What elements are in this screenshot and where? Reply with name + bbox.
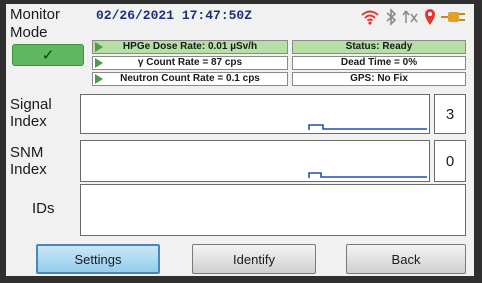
dead-time-field: Dead Time = 0% (292, 56, 466, 70)
status-text: Status: Ready (345, 41, 413, 52)
signal-index-value: 3 (434, 94, 466, 134)
signal-index-plot (80, 94, 430, 134)
back-button[interactable]: Back (346, 244, 466, 274)
triangle-marker-icon (95, 42, 103, 52)
mode-title: Monitor Mode (10, 6, 61, 41)
power-plug-icon (441, 12, 465, 22)
status-field: Status: Ready (292, 40, 466, 54)
neutron-rate-field: Neutron Count Rate = 0.1 cps (92, 72, 288, 86)
snm-index-label: SNM Index (10, 144, 47, 178)
settings-button[interactable]: Settings (36, 244, 160, 274)
snm-index-plot (80, 140, 430, 182)
snm-trace (308, 172, 427, 178)
dead-time-text: Dead Time = 0% (340, 57, 418, 68)
check-icon: ✓ (41, 46, 55, 64)
signal-trace (308, 124, 427, 130)
dose-rate-text: HPGe Dose Rate: 0.01 µSv/h (122, 41, 258, 52)
wifi-icon (361, 10, 379, 25)
dose-rate-field: HPGe Dose Rate: 0.01 µSv/h (92, 40, 288, 54)
ids-field (80, 184, 466, 236)
mode-status-indicator[interactable]: ✓ (12, 44, 84, 66)
triangle-marker-icon (95, 58, 103, 68)
bluetooth-icon (385, 8, 396, 26)
identify-button[interactable]: Identify (192, 244, 316, 274)
signal-index-label: Signal Index (10, 96, 52, 130)
gamma-rate-field: γ Count Rate = 87 cps (92, 56, 288, 70)
monitor-screen: Monitor Mode ✓ 02/26/2021 17:47:50Z HPGe… (6, 4, 474, 276)
neutron-rate-text: Neutron Count Rate = 0.1 cps (120, 73, 260, 84)
datetime: 02/26/2021 17:47:50Z (96, 8, 253, 23)
gamma-rate-text: γ Count Rate = 87 cps (137, 57, 243, 68)
gps-field: GPS: No Fix (292, 72, 466, 86)
ids-label: IDs (32, 200, 55, 217)
antenna-off-icon (402, 10, 418, 23)
snm-index-value: 0 (434, 140, 466, 182)
location-pin-icon (424, 9, 435, 25)
status-icons (361, 6, 467, 28)
triangle-marker-icon (95, 74, 103, 84)
gps-text: GPS: No Fix (350, 73, 408, 84)
